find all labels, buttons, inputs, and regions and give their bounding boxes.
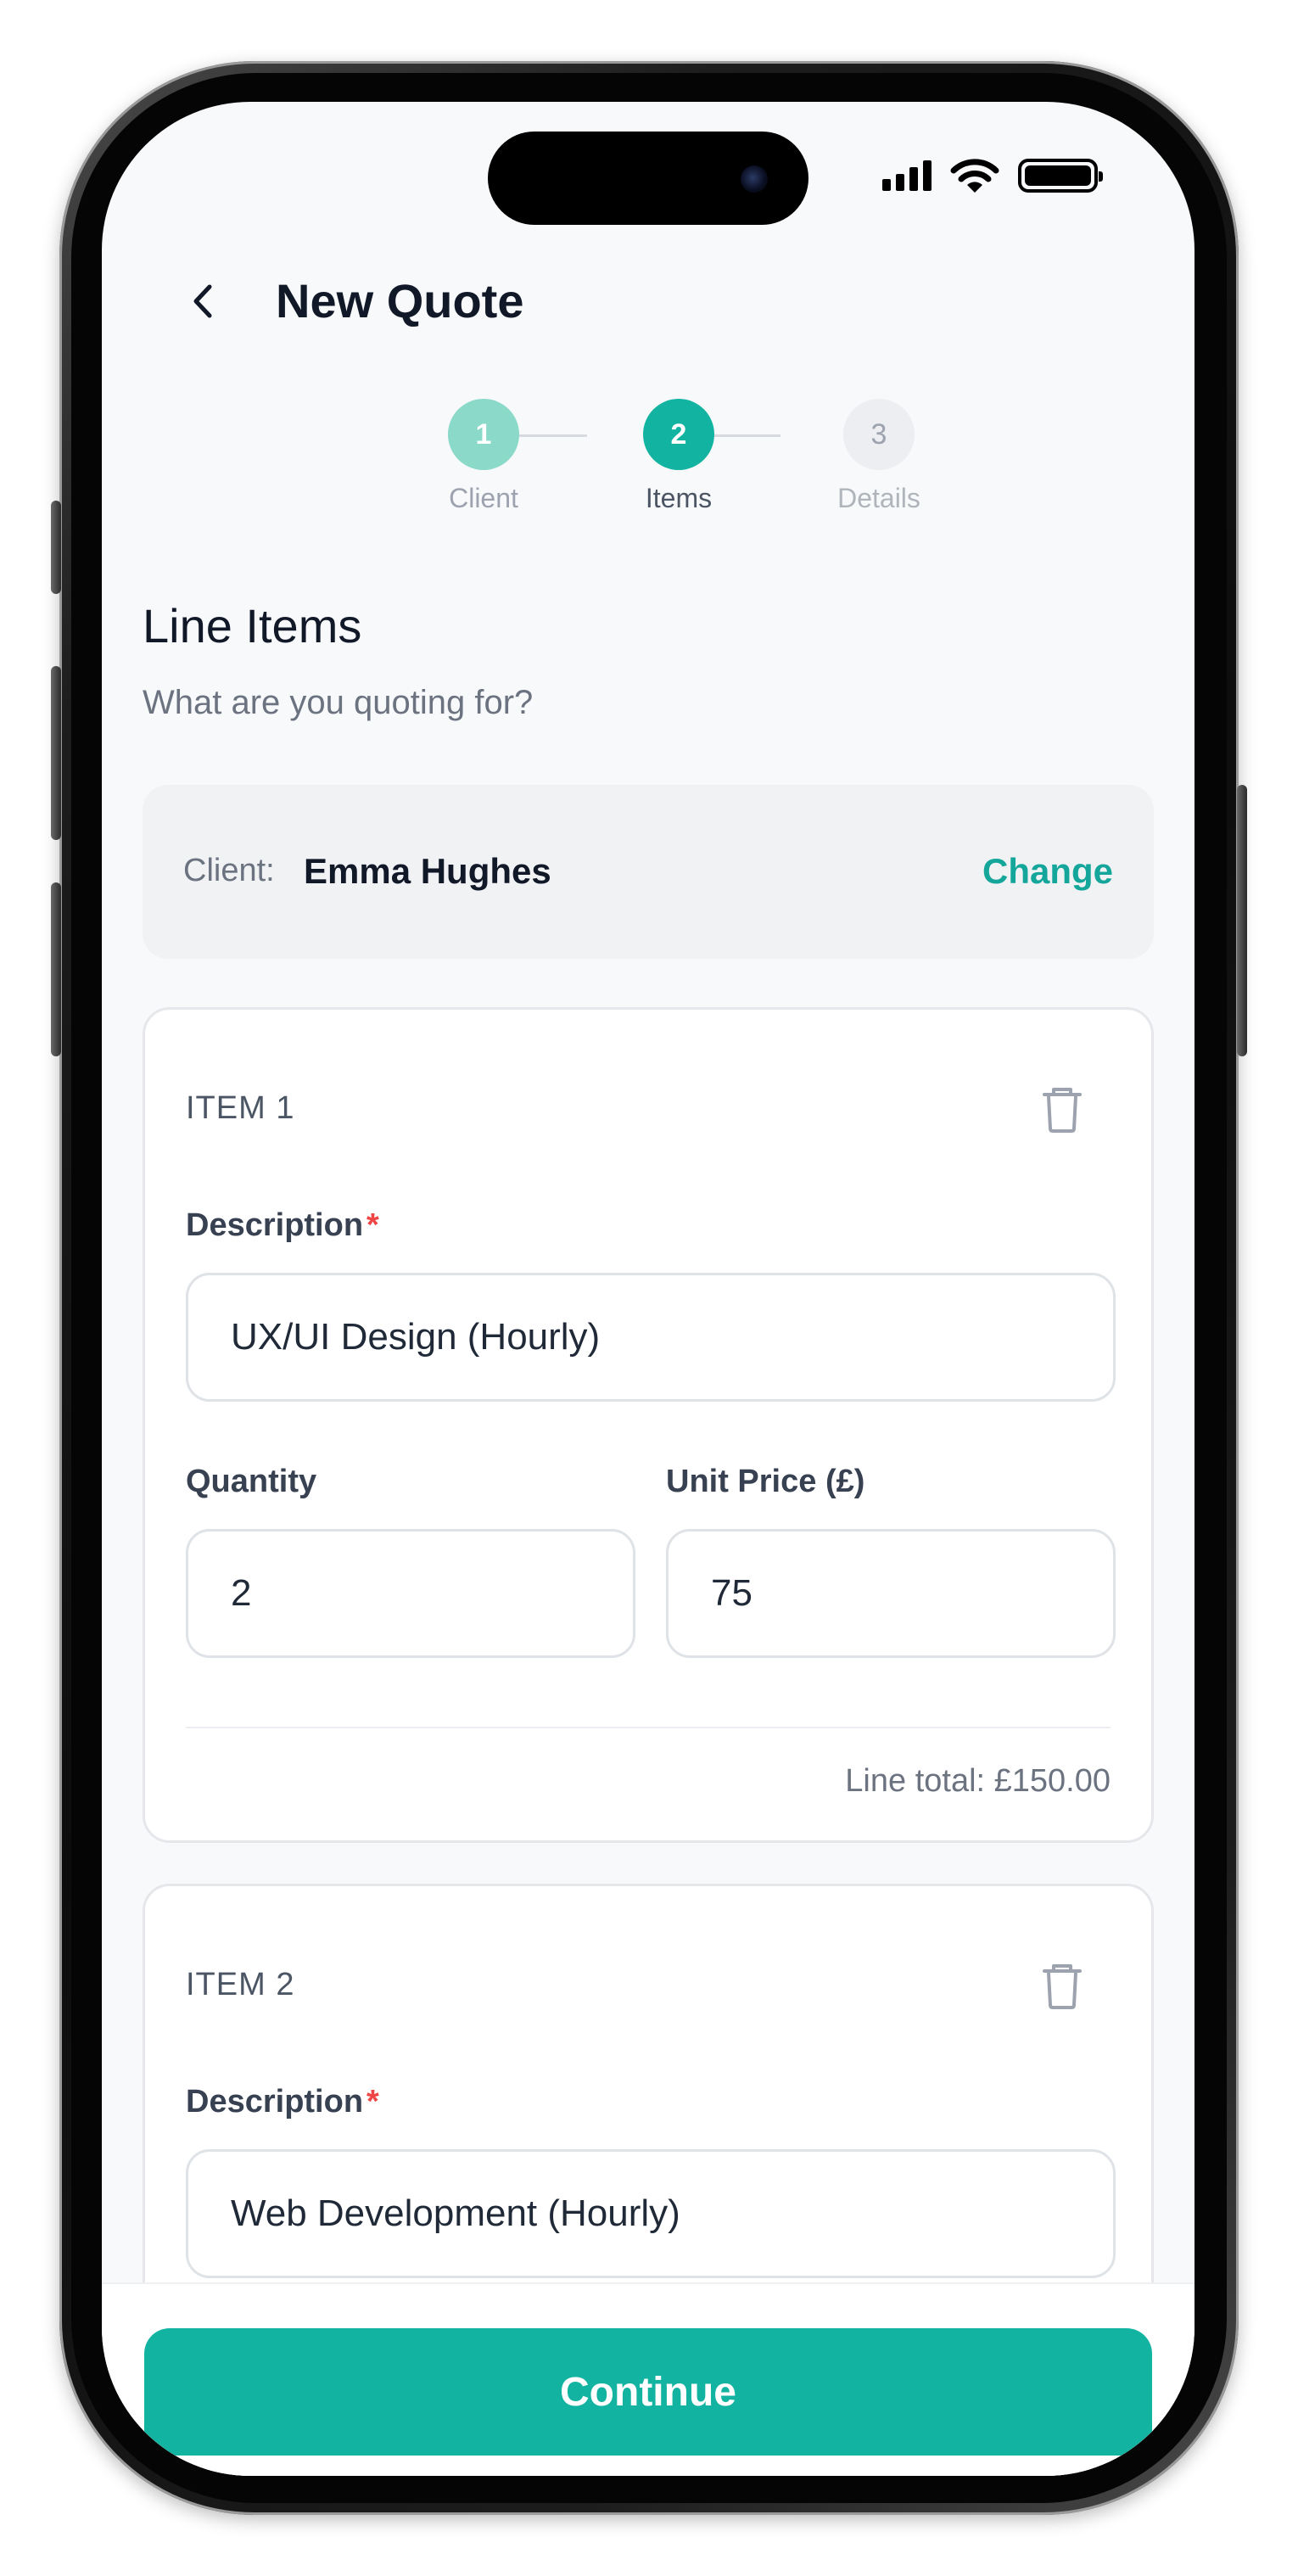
required-asterisk: * [366, 2084, 379, 2120]
unit-price-input[interactable] [666, 1529, 1116, 1658]
client-summary-card: Client: Emma Hughes Change [143, 785, 1154, 959]
app-screen: New Quote 1 Client 2 Items 3 Details Lin… [102, 102, 1194, 2476]
description-label: Description * [186, 1207, 379, 1243]
required-asterisk: * [366, 1207, 379, 1243]
step-label: Items [645, 483, 713, 513]
step-details[interactable]: 3 Details [811, 399, 947, 514]
divider [186, 1727, 1111, 1728]
description-input[interactable] [186, 2149, 1116, 2278]
description-label: Description * [186, 2084, 379, 2120]
battery-icon [1018, 159, 1103, 193]
continue-button[interactable]: Continue [144, 2328, 1152, 2456]
step-number: 3 [843, 399, 915, 470]
action-button [51, 501, 61, 594]
description-input[interactable] [186, 1273, 1116, 1402]
step-label: Details [837, 483, 920, 513]
back-button[interactable] [176, 276, 227, 327]
unit-price-label: Unit Price (£) [666, 1464, 865, 1499]
front-camera-icon [741, 165, 768, 193]
trash-icon[interactable] [1041, 1963, 1083, 2010]
dynamic-island [488, 132, 808, 225]
quantity-input[interactable] [186, 1529, 635, 1658]
page-title: New Quote [276, 274, 524, 328]
chevron-left-icon [193, 284, 212, 318]
item-title: ITEM 1 [186, 1090, 295, 1126]
quantity-label: Quantity [186, 1464, 317, 1499]
step-number: 2 [643, 399, 714, 470]
section-title: Line Items [143, 599, 362, 652]
section-subtitle: What are you quoting for? [143, 684, 534, 721]
trash-icon[interactable] [1041, 1086, 1083, 1134]
power-button [1237, 785, 1247, 1056]
change-client-button[interactable]: Change [982, 851, 1113, 892]
progress-stepper: 1 Client 2 Items 3 Details [102, 399, 1194, 526]
client-name: Emma Hughes [304, 851, 551, 891]
item-title: ITEM 2 [186, 1967, 295, 2002]
wifi-icon [950, 159, 999, 193]
step-number: 1 [448, 399, 519, 470]
volume-down-button [51, 882, 61, 1056]
status-bar [882, 154, 1103, 197]
step-label: Client [449, 483, 518, 513]
bottom-action-bar: Continue [102, 2282, 1194, 2476]
cellular-signal-icon [882, 160, 932, 191]
line-item-card: ITEM 1 Description* Quantity Unit Price … [143, 1007, 1154, 1843]
volume-up-button [51, 666, 61, 840]
step-client[interactable]: 1 Client [416, 399, 551, 514]
line-total: Line total: £150.00 [845, 1763, 1111, 1799]
step-items[interactable]: 2 Items [611, 399, 747, 514]
client-label: Client: [183, 853, 275, 888]
